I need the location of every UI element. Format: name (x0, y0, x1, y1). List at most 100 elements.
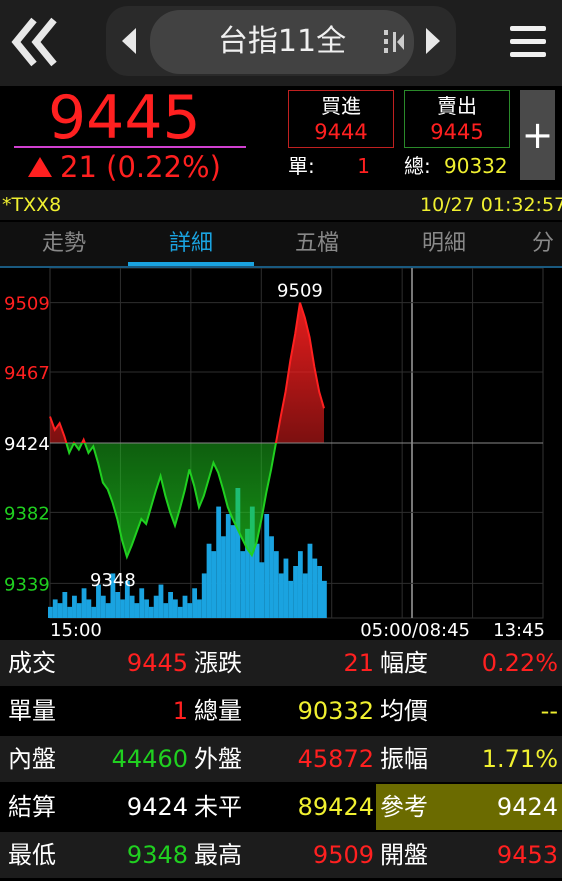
volume-bar (302, 573, 308, 618)
table-label: 最低 (8, 841, 56, 869)
table-label: 振幅 (380, 745, 428, 773)
total-volume-value: 90332 (444, 154, 508, 178)
table-value: 0.22% (481, 649, 558, 677)
table-label: 漲跌 (194, 649, 242, 677)
volume-bar (317, 566, 322, 618)
y-tick-label: 9424 (4, 434, 50, 455)
tab-ticks[interactable]: 明細 (380, 222, 508, 266)
back-double-chevron-icon[interactable] (8, 14, 68, 70)
volume-bar (225, 514, 231, 618)
volume-bar (288, 580, 294, 618)
table-label: 內盤 (8, 745, 56, 773)
table-value: 9509 (312, 841, 374, 869)
menu-icon[interactable] (508, 22, 548, 62)
table-value: 21 (343, 649, 374, 677)
volume-bar (269, 536, 274, 618)
add-button[interactable]: + (520, 90, 555, 180)
volume-bar (230, 525, 236, 618)
table-label: 均價 (380, 697, 428, 725)
volume-bar (81, 588, 87, 618)
x-tick-label: 15:00 (50, 620, 102, 638)
table-label: 參考 (380, 793, 428, 821)
y-tick-label: 9467 (4, 363, 50, 384)
volume-bar (177, 606, 183, 618)
volume-bar (182, 595, 188, 618)
table-value: 1.71% (481, 745, 558, 773)
x-tick-label: 13:45 (493, 620, 545, 638)
table-value: 44460 (111, 745, 188, 773)
table-label: 最高 (194, 841, 242, 869)
volume-bar (57, 603, 63, 618)
volume-bar (312, 558, 318, 618)
volume-bar (153, 595, 159, 618)
volume-bar (192, 588, 198, 618)
table-value: 9445 (126, 649, 188, 677)
volume-bar (297, 551, 303, 618)
volume-bar (278, 573, 284, 618)
single-volume-label: 單: (288, 154, 315, 178)
volume-bar (168, 592, 173, 618)
volume-bar (115, 592, 121, 618)
table-value: 1 (172, 697, 188, 725)
page-title: 台指11全 (217, 24, 347, 59)
volume-bar (76, 603, 82, 618)
bid-value: 9444 (314, 120, 368, 144)
price-change: 21 (0.22%) (60, 150, 240, 184)
bid-box[interactable]: 買進 9444 (288, 90, 394, 148)
table-value: 9424 (126, 793, 188, 821)
table-label: 未平 (194, 793, 242, 821)
prev-arrow-icon[interactable] (118, 26, 140, 56)
table-label: 總量 (194, 697, 242, 725)
volume-bar (307, 543, 313, 618)
table-label: 成交 (8, 649, 56, 677)
volume-bar (197, 599, 202, 618)
next-arrow-icon[interactable] (422, 26, 444, 56)
ask-box[interactable]: 賣出 9445 (404, 90, 510, 148)
volume-bar (134, 603, 140, 618)
volume-bar (187, 603, 193, 618)
table-value: 89424 (297, 793, 374, 821)
volume-bar (283, 558, 289, 618)
quote-table-row: 最低 9348 最高 9509 開盤 9453 (0, 832, 562, 878)
volume-bar (100, 595, 106, 618)
tab-minute[interactable]: 分 (532, 222, 562, 266)
symbol-code: *TXX8 (2, 194, 62, 216)
volume-bar (211, 551, 217, 618)
volume-bar (158, 584, 164, 618)
volume-bar (216, 506, 222, 618)
volume-bar (240, 551, 246, 618)
price-underline (14, 146, 246, 148)
volume-bar (259, 562, 265, 618)
volume-bar (129, 595, 135, 618)
volume-bar (293, 566, 298, 618)
volume-bar (148, 606, 154, 618)
tab-five-levels[interactable]: 五檔 (254, 222, 380, 266)
low-annotation: 9348 (90, 570, 136, 591)
table-label: 結算 (8, 793, 56, 821)
quote-table-row: 結算 9424 未平 89424 參考 9424 (0, 784, 562, 830)
split-view-icon[interactable] (382, 28, 406, 56)
volume-bar (201, 573, 207, 618)
tab-detail[interactable]: 詳細 (128, 222, 254, 266)
table-value: 9453 (496, 841, 558, 869)
volume-bar (206, 543, 212, 618)
table-label: 外盤 (194, 745, 242, 773)
table-label: 單量 (8, 697, 56, 725)
volume-bar (163, 603, 169, 618)
high-annotation: 9509 (277, 281, 323, 302)
tab-trend[interactable]: 走勢 (0, 222, 128, 266)
y-tick-label: 9509 (4, 294, 50, 315)
table-value: 90332 (297, 697, 374, 725)
total-volume-label: 總: (404, 154, 431, 178)
volume-bar (264, 514, 270, 618)
volume-bar (139, 588, 145, 618)
single-volume-value: 1 (357, 154, 370, 178)
plus-icon: + (521, 113, 554, 157)
volume-bar (120, 599, 125, 618)
change-percent: (0.22%) (106, 150, 221, 184)
y-tick-label: 9339 (4, 574, 50, 595)
last-price: 9445 (48, 83, 201, 153)
volume-bar (52, 599, 58, 618)
volume-bar (86, 599, 92, 618)
ask-label: 賣出 (437, 94, 477, 118)
